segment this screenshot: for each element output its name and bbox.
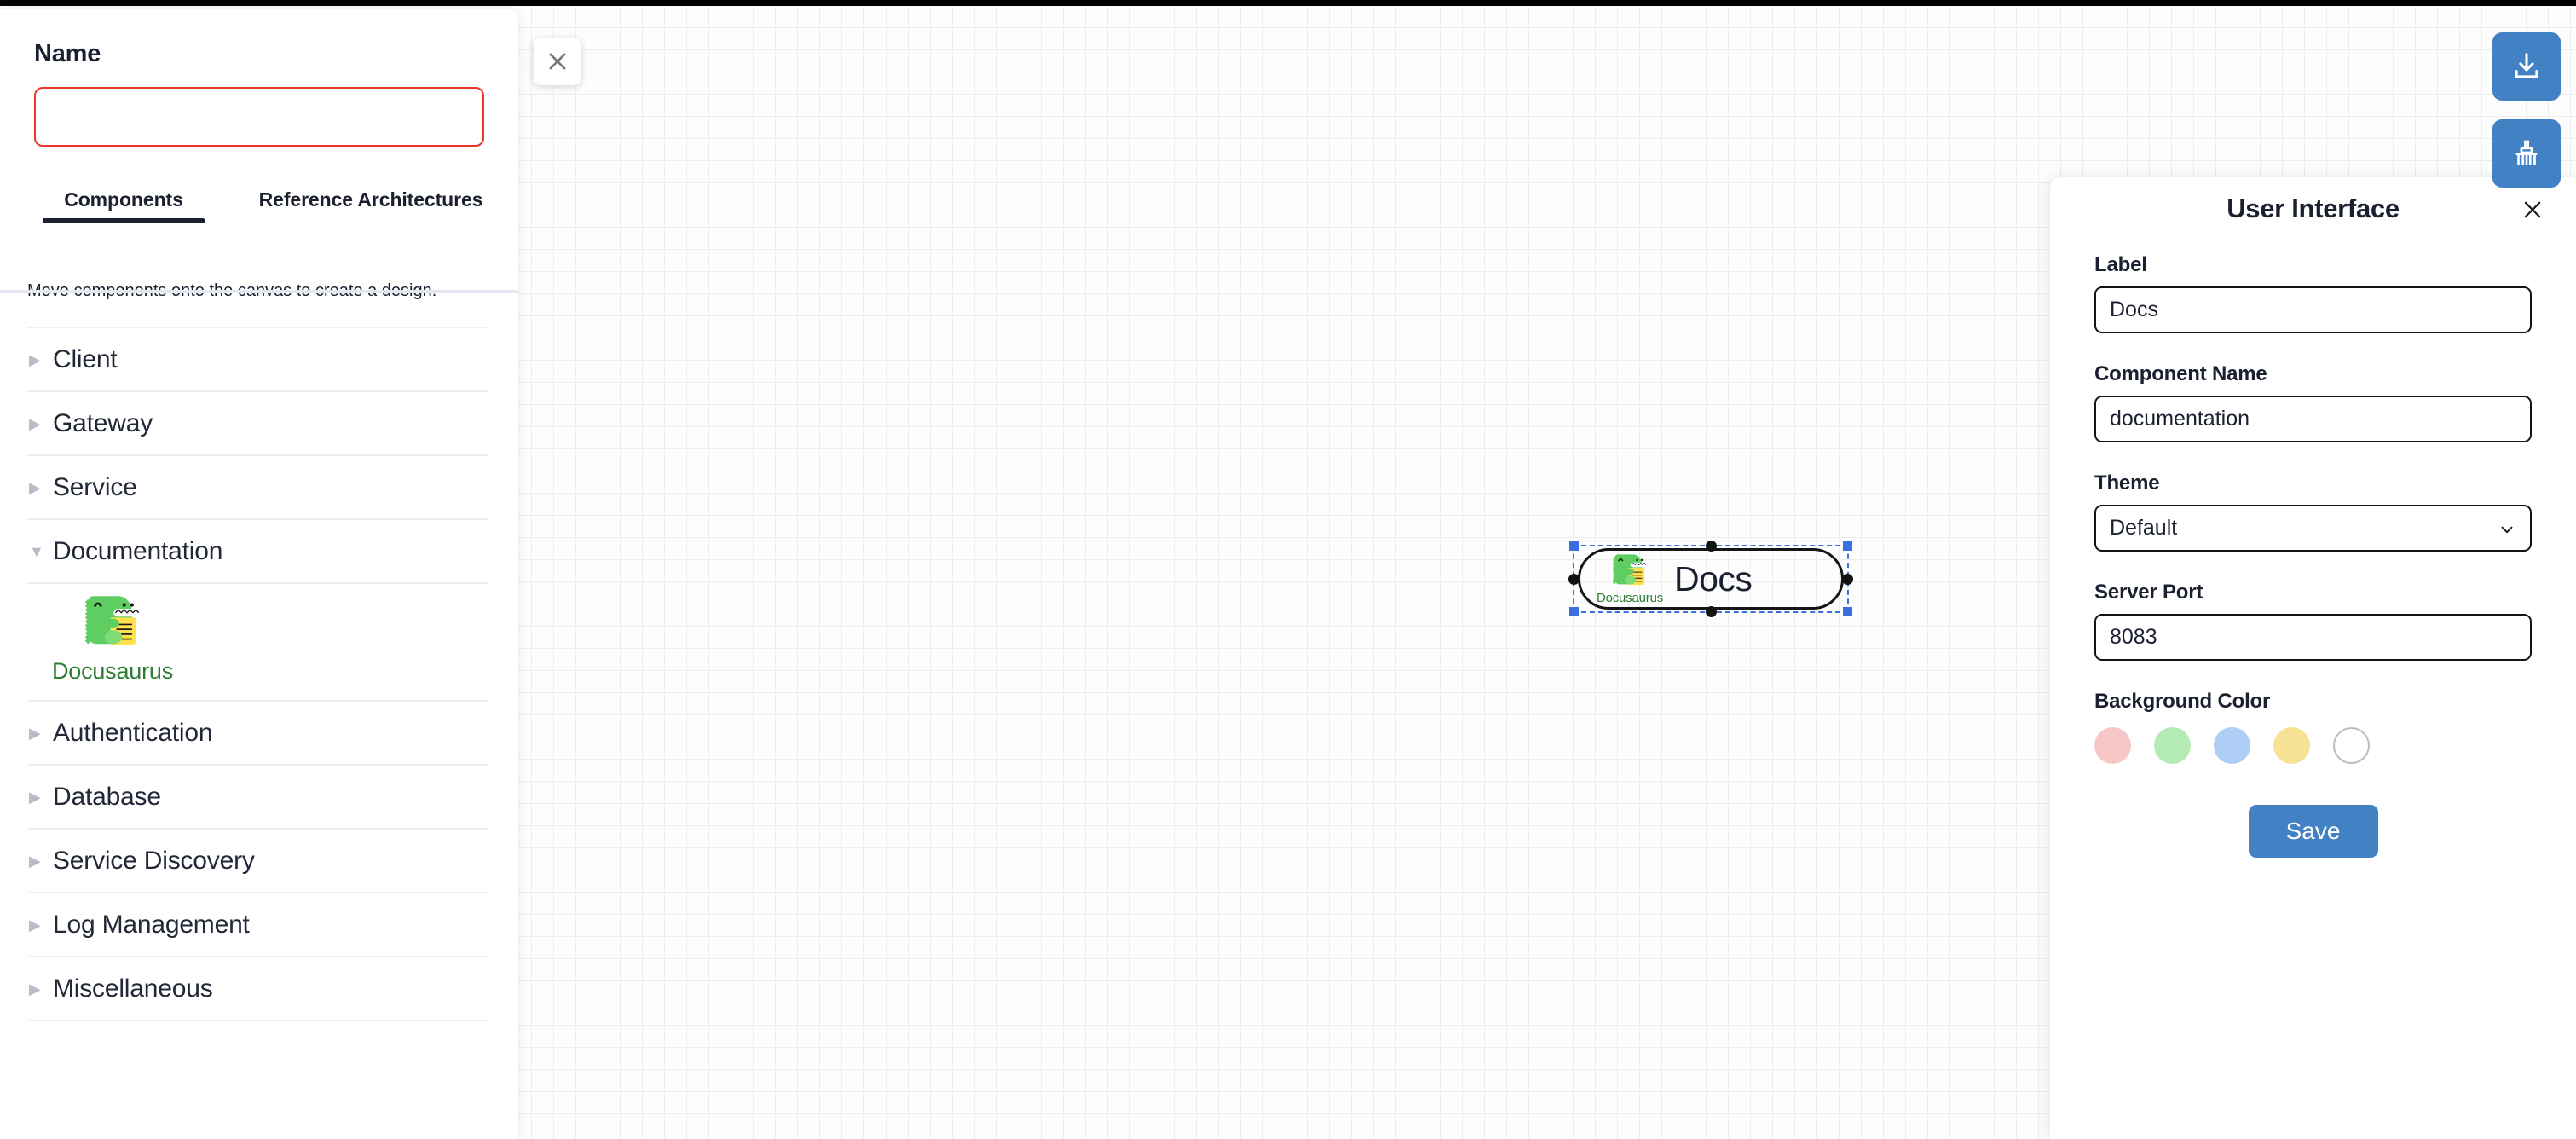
name-label: Name [34, 40, 101, 67]
download-button[interactable] [2492, 32, 2561, 101]
sidebar-group-authentication[interactable]: ▶ Authentication [27, 700, 489, 764]
tab-components[interactable]: Components [0, 182, 247, 223]
sidebar-group-documentation-items: Docusaurus [27, 582, 489, 700]
tab-components-label: Components [64, 188, 183, 211]
connect-handle-bottom[interactable] [1706, 606, 1717, 617]
swatch-pink[interactable] [2094, 727, 2131, 764]
save-button[interactable]: Save [2248, 805, 2378, 858]
component-tile-docusaurus[interactable]: Docusaurus [27, 594, 198, 685]
swatch-green[interactable] [2154, 727, 2191, 764]
label-input[interactable] [2094, 286, 2532, 333]
clear-canvas-button[interactable] [2492, 119, 2561, 188]
sidebar-group-label: Documentation [53, 536, 223, 565]
sidebar-group-log-management[interactable]: ▶ Log Management [27, 892, 489, 956]
component-tile-label: Docusaurus [51, 658, 174, 685]
resize-handle-se[interactable] [1843, 607, 1852, 616]
field-server-port-group: Server Port [2094, 581, 2532, 661]
docusaurus-logo-icon [81, 594, 144, 653]
sidebar-group-label: Authentication [53, 718, 213, 747]
chevron-right-icon: ▶ [29, 916, 41, 934]
resize-handle-nw[interactable] [1569, 541, 1579, 551]
sidebar-group-service-discovery[interactable]: ▶ Service Discovery [27, 828, 489, 892]
theme-field-label: Theme [2094, 471, 2160, 494]
chevron-right-icon: ▶ [29, 414, 41, 432]
sidebar-close-button[interactable] [534, 38, 581, 85]
properties-panel: User Interface Label Component Name Them… [2050, 177, 2576, 1139]
chevron-right-icon: ▶ [29, 980, 41, 997]
sidebar-group-client[interactable]: ▶ Client [27, 327, 489, 390]
close-icon [549, 53, 566, 70]
node-selection-frame [1568, 541, 1853, 617]
sidebar-group-label: Client [53, 344, 118, 373]
design-name-input[interactable] [34, 87, 484, 147]
sidebar-group-label: Service [53, 472, 137, 501]
resize-handle-ne[interactable] [1843, 541, 1852, 551]
label-field-label: Label [2094, 253, 2147, 276]
chevron-down-icon: ▼ [29, 542, 44, 560]
component-name-field-label: Component Name [2094, 362, 2267, 385]
sidebar-tabs: Components Reference Architectures [0, 182, 518, 254]
app-root: Docusaurus Docs Name Components Referenc… [0, 0, 2576, 1139]
tab-reference-architectures-label: Reference Architectures [258, 188, 483, 211]
canvas-node-docs[interactable]: Docusaurus Docs [1568, 541, 1853, 617]
swatch-blue[interactable] [2214, 727, 2250, 764]
sidebar-group-database[interactable]: ▶ Database [27, 764, 489, 828]
chevron-right-icon: ▶ [29, 724, 41, 742]
sidebar-group-miscellaneous[interactable]: ▶ Miscellaneous [27, 956, 489, 1020]
background-color-field-label: Background Color [2094, 690, 2271, 713]
download-icon [2515, 53, 2538, 78]
swatch-yellow[interactable] [2273, 727, 2310, 764]
sidebar-group-label: Miscellaneous [53, 974, 213, 1003]
tab-active-indicator [43, 218, 205, 223]
field-theme-group: Theme [2094, 471, 2532, 552]
sidebar-group-label: Log Management [53, 910, 250, 939]
theme-select-wrap [2094, 505, 2532, 552]
connect-handle-top[interactable] [1706, 541, 1717, 552]
sidebar-group-label: Database [53, 782, 161, 811]
connect-handle-left[interactable] [1568, 574, 1580, 585]
theme-select[interactable] [2094, 505, 2532, 552]
sidebar-group-label: Gateway [53, 408, 153, 437]
tabs-divider [0, 290, 518, 293]
tab-reference-architectures[interactable]: Reference Architectures [247, 182, 494, 215]
window-top-bar [0, 0, 2576, 6]
field-component-name-group: Component Name [2094, 362, 2532, 442]
properties-panel-close-button[interactable] [2518, 195, 2547, 224]
canvas-toolbar [2492, 32, 2561, 188]
connect-handle-right[interactable] [1842, 574, 1853, 585]
save-row: Save [2050, 805, 2576, 858]
sidebar-group-service[interactable]: ▶ Service [27, 454, 489, 518]
resize-handle-sw[interactable] [1569, 607, 1579, 616]
swatch-white[interactable] [2333, 727, 2370, 764]
chevron-right-icon: ▶ [29, 478, 41, 496]
component-group-list: ▶ Client ▶ Gateway ▶ Service ▼ Documenta… [0, 327, 518, 1022]
sidebar-group-documentation[interactable]: ▼ Documentation [27, 518, 489, 582]
group-list-bottom-divider [27, 1020, 489, 1022]
chevron-right-icon: ▶ [29, 852, 41, 870]
background-color-swatches [2094, 727, 2532, 764]
component-name-input[interactable] [2094, 396, 2532, 442]
components-sidebar: Name Components Reference Architectures … [0, 9, 518, 1139]
field-background-color-group: Background Color [2094, 690, 2532, 764]
server-port-field-label: Server Port [2094, 581, 2203, 604]
broom-clear-icon [2515, 140, 2538, 166]
chevron-right-icon: ▶ [29, 350, 41, 368]
close-icon [2524, 201, 2541, 218]
server-port-input[interactable] [2094, 614, 2532, 661]
sidebar-group-gateway[interactable]: ▶ Gateway [27, 390, 489, 454]
chevron-right-icon: ▶ [29, 788, 41, 806]
field-label-group: Label [2094, 253, 2532, 333]
sidebar-group-label: Service Discovery [53, 846, 255, 875]
